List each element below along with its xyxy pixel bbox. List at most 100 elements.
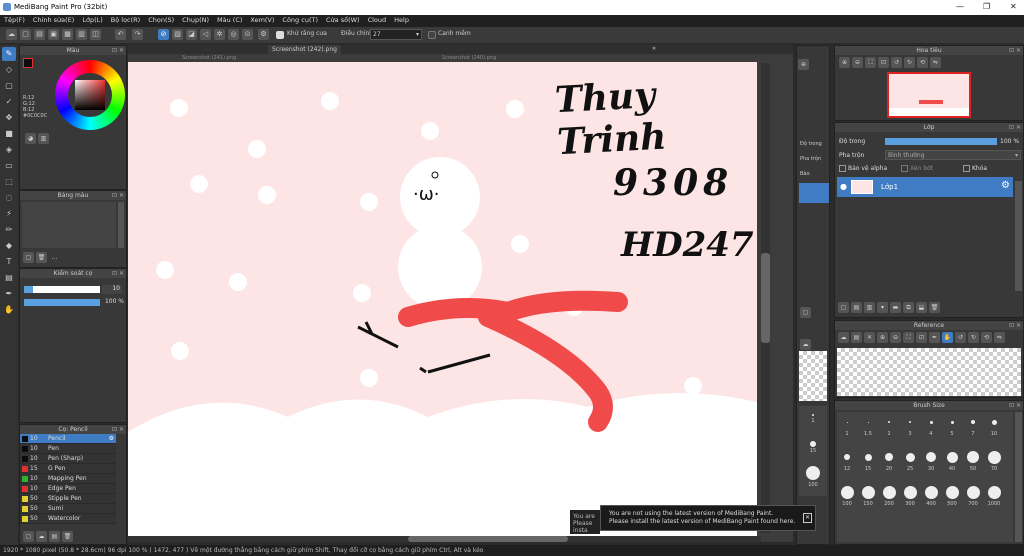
add-layer-icon[interactable]: ▢: [838, 302, 849, 313]
ref-flip-icon[interactable]: ⇋: [994, 332, 1005, 343]
brush-size-dot[interactable]: [844, 454, 850, 460]
ref-rotate-left-icon[interactable]: ↺: [955, 332, 966, 343]
ref-fit-icon[interactable]: ⛶: [903, 332, 914, 343]
snap-curve-icon[interactable]: ⊙: [242, 29, 253, 40]
brush-size-grid[interactable]: 1 1.5 2 3 4 5 7 10 12 15 20 25 30 40 50 70 100 150 200 300 4…: [837, 412, 1013, 542]
pen-tool-icon[interactable]: ✓: [2, 95, 16, 109]
snap-circle-icon[interactable]: ◎: [228, 29, 239, 40]
lock-checkbox[interactable]: [963, 165, 970, 172]
brush-size-dot[interactable]: [864, 453, 872, 461]
eye-icon[interactable]: ●: [840, 182, 847, 191]
brush-tool-icon[interactable]: ✎: [2, 47, 16, 61]
save-icon[interactable]: ▣: [48, 29, 59, 40]
brush-size-dot[interactable]: [905, 452, 915, 462]
color-wheel[interactable]: [55, 60, 125, 130]
hand-tool-icon[interactable]: ✋: [2, 303, 16, 317]
actual-size-icon[interactable]: ⊡: [878, 57, 889, 68]
palette-scrollbar[interactable]: [118, 202, 124, 248]
brush-size-dot[interactable]: [888, 421, 890, 423]
protect-alpha-checkbox[interactable]: [839, 165, 846, 172]
vertical-scrollbar[interactable]: [761, 63, 770, 533]
select-pen-icon[interactable]: ✏: [2, 223, 16, 237]
layer-scrollbar[interactable]: [1015, 181, 1022, 291]
menu-view[interactable]: Xem(V): [246, 15, 278, 25]
panel-close-icon[interactable]: ⊡ ✕: [1009, 46, 1021, 55]
mid-layer-row[interactable]: [799, 183, 829, 203]
brush-opacity-slider[interactable]: [24, 299, 100, 306]
brush-list-item[interactable]: 10 Pen (Sharp): [20, 454, 116, 464]
flip-icon[interactable]: ⇋: [930, 57, 941, 68]
brush-size-dot[interactable]: [909, 421, 911, 423]
brush-list-item[interactable]: 10 Pen: [20, 444, 116, 454]
close-icon[interactable]: ✕: [1010, 2, 1017, 11]
brush-size-dot[interactable]: [987, 450, 1001, 464]
menu-file[interactable]: Tệp(F): [0, 15, 29, 25]
menu-filter[interactable]: Bộ lọc(R): [107, 15, 144, 25]
select-tool-icon[interactable]: ⬚: [2, 175, 16, 189]
brush-size-dot[interactable]: [945, 485, 959, 499]
undo-icon[interactable]: ↶: [115, 29, 126, 40]
panel-close-icon[interactable]: ⊡ ✕: [1009, 401, 1021, 410]
cloud-icon[interactable]: ☁: [6, 29, 17, 40]
maximize-icon[interactable]: ❐: [983, 2, 990, 11]
ref-actual-icon[interactable]: ⊡: [916, 332, 927, 343]
panel-close-icon[interactable]: ⊡ ✕: [112, 425, 124, 434]
snap-parallel-icon[interactable]: ▧: [172, 29, 183, 40]
brush-list-item[interactable]: 50 Watercolor: [20, 514, 116, 524]
bucket-tool-icon[interactable]: ◈: [2, 143, 16, 157]
brush-size-dot[interactable]: [950, 420, 954, 424]
tab-close-icon[interactable]: ✕: [648, 45, 660, 54]
mid-ref-icon[interactable]: ☁: [800, 339, 811, 350]
add-halftone-layer-icon[interactable]: ▤: [851, 302, 862, 313]
brush-size-dot[interactable]: [903, 485, 917, 499]
redo-icon[interactable]: ↷: [132, 29, 143, 40]
rotate-left-icon[interactable]: ↺: [891, 57, 902, 68]
brush-size-dot[interactable]: [867, 421, 869, 423]
zoom-in-icon[interactable]: ⊕: [839, 57, 850, 68]
ref-rotate-right-icon[interactable]: ↻: [968, 332, 979, 343]
brush-size-dot[interactable]: [926, 452, 936, 462]
update-notification[interactable]: You are not using the latest version of …: [600, 505, 816, 531]
crop-icon[interactable]: ◫: [90, 29, 101, 40]
menu-help[interactable]: Help: [390, 15, 413, 25]
brush-size-dot[interactable]: [924, 485, 938, 499]
ref-zoom-out-icon[interactable]: ⊖: [890, 332, 901, 343]
eraser-tool-icon[interactable]: ◇: [2, 63, 16, 77]
delete-color-icon[interactable]: 🗑: [36, 252, 47, 263]
add-layer-menu-icon[interactable]: ▾: [877, 302, 888, 313]
menu-cloud[interactable]: Cloud: [364, 15, 391, 25]
gear-icon[interactable]: ⚙: [1001, 180, 1010, 191]
copy-brush-icon[interactable]: ▤: [49, 531, 60, 542]
add-8bit-layer-icon[interactable]: ▥: [864, 302, 875, 313]
panel-close-icon[interactable]: ⊡ ✕: [112, 191, 124, 200]
rotate-right-icon[interactable]: ↻: [904, 57, 915, 68]
brush-list-item[interactable]: 10 Pencil ⚙: [20, 434, 116, 444]
brush-size-dot[interactable]: [885, 453, 893, 461]
brush-list-item[interactable]: 10 Mapping Pen: [20, 474, 116, 484]
antialias-checkbox[interactable]: [276, 31, 284, 39]
snap-cross-icon[interactable]: ◪: [186, 29, 197, 40]
brush-size-scrollbar[interactable]: [1015, 412, 1022, 542]
palette-mode-icon[interactable]: ◕: [25, 133, 36, 144]
magic-wand-icon[interactable]: ⚡: [2, 207, 16, 221]
palette-area[interactable]: [22, 202, 116, 248]
menu-edit[interactable]: Chỉnh sửa(E): [29, 15, 78, 25]
brush-size-dot[interactable]: [967, 451, 979, 463]
close-icon[interactable]: ✕: [802, 513, 812, 523]
brush-size-dot[interactable]: [966, 485, 980, 499]
gear-icon[interactable]: ⚙: [109, 434, 114, 444]
ref-reset-icon[interactable]: ⟲: [981, 332, 992, 343]
correction-select[interactable]: 27 ▾: [370, 29, 422, 40]
brush-list-item[interactable]: 50 Stipple Pen: [20, 494, 116, 504]
new-icon[interactable]: ▢: [20, 29, 31, 40]
menu-capture[interactable]: Chụp(N): [178, 15, 213, 25]
menu-layer[interactable]: Lớp(L): [78, 15, 106, 25]
drawing-canvas[interactable]: ·ω· Thuy Trinh 9308 HD247: [128, 62, 757, 536]
delete-brush-icon[interactable]: 🗑: [62, 531, 73, 542]
select-eraser-icon[interactable]: ◆: [2, 239, 16, 253]
duplicate-layer-icon[interactable]: ⧉: [903, 302, 914, 313]
brush-size-slider[interactable]: [24, 286, 100, 293]
panel-close-icon[interactable]: ⊡ ✕: [112, 269, 124, 278]
add-color-icon[interactable]: ▢: [23, 252, 34, 263]
menu-select[interactable]: Chọn(S): [144, 15, 178, 25]
